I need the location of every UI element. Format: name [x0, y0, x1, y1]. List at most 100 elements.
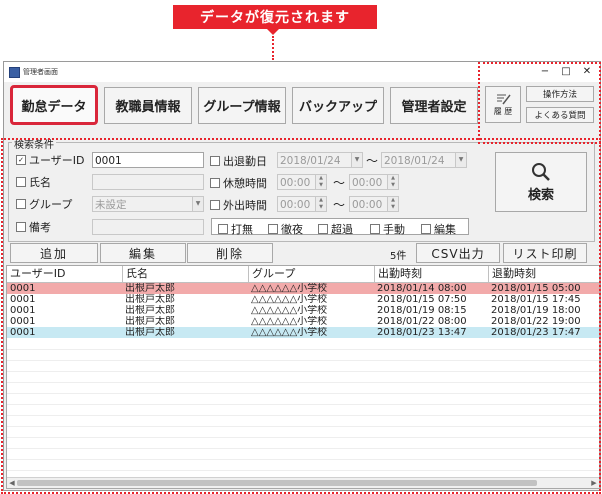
chevron-down-icon: ▼: [192, 197, 203, 211]
table-cell: 2018/01/15 07:50: [377, 294, 467, 305]
table-cell: 0001: [10, 294, 36, 305]
break-from-spinner[interactable]: 00:00 ▲ ▼: [277, 174, 327, 190]
scroll-left-icon[interactable]: ◀: [7, 478, 17, 488]
chevron-down-icon: ▼: [351, 153, 362, 167]
user-id-label: ユーザーID: [29, 154, 85, 167]
out-time-checkbox[interactable]: 外出時間: [210, 197, 267, 213]
spin-icon: ▲ ▼: [315, 197, 326, 211]
date-range-separator: 〜: [366, 154, 379, 168]
app-icon: [9, 67, 20, 78]
table-cell: △△△△△△小学校: [251, 294, 328, 305]
col-clock-in[interactable]: 出勤時刻: [374, 266, 488, 282]
search-conditions-legend: 検索条件: [12, 136, 56, 151]
tab-admin-settings[interactable]: 管理者設定: [390, 87, 478, 124]
out-to-spinner[interactable]: 00:00 ▲ ▼: [349, 196, 399, 212]
scroll-right-icon[interactable]: ▶: [589, 478, 599, 488]
break-to-spinner[interactable]: 00:00 ▲ ▼: [349, 174, 399, 190]
table-cell: 0001: [10, 283, 36, 294]
spin-icon: ▲ ▼: [387, 197, 398, 211]
history-edit-icon: [497, 94, 511, 105]
table-cell: 2018/01/22 08:00: [377, 316, 467, 327]
table-cell: 2018/01/15 17:45: [491, 294, 581, 305]
table-cell: 2018/01/19 08:15: [377, 305, 467, 316]
admin-window: 管理者画面 − □ ✕ 勤怠データ 教職員情報 グループ情報 バックアップ 管理…: [3, 61, 601, 491]
table-cell: 2018/01/23 17:47: [491, 327, 581, 338]
history-button[interactable]: 履 歴: [485, 86, 521, 123]
table-row[interactable]: 0001 出根戸太郎 △△△△△△小学校 2018/01/22 08:00 2018/0…: [7, 316, 599, 327]
table-cell: △△△△△△小学校: [251, 327, 328, 338]
flag-all-night[interactable]: 徹夜: [268, 221, 303, 237]
user-id-checkbox[interactable]: ✓ ユーザーID: [16, 152, 85, 168]
out-from-spinner[interactable]: 00:00 ▲ ▼: [277, 196, 327, 212]
break-range-separator: 〜: [333, 176, 346, 190]
edit-button[interactable]: 編集: [100, 243, 186, 263]
table-row[interactable]: 0001 出根戸太郎 △△△△△△小学校 2018/01/23 13:47 2018/0…: [7, 327, 599, 338]
note-label: 備考: [29, 221, 51, 234]
flag-edited[interactable]: 編集: [421, 221, 456, 237]
table-cell: △△△△△△小学校: [251, 305, 328, 316]
group-label: グループ: [29, 198, 73, 211]
break-time-label: 休憩時間: [223, 177, 267, 190]
faq-button[interactable]: よくある質問: [526, 107, 594, 123]
history-label: 履 歴: [493, 107, 513, 116]
tab-attendance[interactable]: 勤怠データ: [10, 85, 98, 125]
chevron-down-icon: ▼: [455, 153, 466, 167]
name-checkbox[interactable]: 氏名: [16, 174, 51, 190]
table-cell: 2018/01/14 08:00: [377, 283, 467, 294]
title-bar: 管理者画面 − □ ✕: [4, 62, 600, 82]
csv-export-button[interactable]: CSV出力: [416, 243, 500, 263]
table-cell: 0001: [10, 327, 36, 338]
table-cell: 出根戸太郎: [125, 327, 175, 338]
search-button[interactable]: 検索: [495, 152, 587, 212]
flag-manual[interactable]: 手動: [370, 221, 405, 237]
record-count: 5件: [390, 251, 407, 262]
table-row[interactable]: 0001 出根戸太郎 △△△△△△小学校 2018/01/15 07:50 2018/0…: [7, 294, 599, 305]
table-cell: △△△△△△小学校: [251, 283, 328, 294]
table-cell: 2018/01/15 05:00: [491, 283, 581, 294]
delete-button[interactable]: 削除: [187, 243, 273, 263]
scroll-thumb[interactable]: [17, 480, 537, 486]
note-checkbox[interactable]: 備考: [16, 219, 51, 235]
table-cell: 0001: [10, 305, 36, 316]
table-row[interactable]: 0001 出根戸太郎 △△△△△△小学校 2018/01/19 08:15 2018/0…: [7, 305, 599, 316]
col-name[interactable]: 氏名: [122, 266, 248, 282]
col-clock-out[interactable]: 退勤時刻: [488, 266, 599, 282]
group-checkbox[interactable]: グループ: [16, 196, 72, 212]
col-user-id[interactable]: ユーザーID: [7, 266, 122, 282]
table-cell: 2018/01/19 18:00: [491, 305, 581, 316]
print-list-button[interactable]: リスト印刷: [503, 243, 587, 263]
search-button-label: 検索: [527, 187, 554, 203]
table-header: ユーザーID 氏名 グループ 出勤時刻 退勤時刻: [7, 266, 599, 283]
close-button[interactable]: ✕: [574, 64, 600, 80]
attendance-table: ユーザーID 氏名 グループ 出勤時刻 退勤時刻 0001 出根戸太郎 △△△△△△…: [6, 265, 600, 489]
horizontal-scrollbar[interactable]: ◀ ▶: [7, 477, 599, 488]
work-date-checkbox[interactable]: 出退勤日: [210, 153, 267, 169]
name-label: 氏名: [29, 176, 51, 189]
work-date-to[interactable]: 2018/01/24 ▼: [381, 152, 467, 168]
restore-callout: データが復元されます: [173, 5, 377, 29]
checked-icon: ✓: [16, 155, 26, 165]
table-cell: 出根戸太郎: [125, 305, 175, 316]
flag-overtime[interactable]: 超過: [318, 221, 353, 237]
tab-group[interactable]: グループ情報: [198, 87, 286, 124]
tab-staff[interactable]: 教職員情報: [104, 87, 192, 124]
note-input[interactable]: [92, 219, 204, 235]
user-id-input[interactable]: 0001: [92, 152, 204, 168]
flag-no-punch[interactable]: 打無: [218, 221, 253, 237]
group-select[interactable]: 未設定 ▼: [92, 196, 204, 212]
search-icon: [532, 162, 550, 181]
table-cell: 0001: [10, 316, 36, 327]
table-cell: 2018/01/22 19:00: [491, 316, 581, 327]
name-input[interactable]: [92, 174, 204, 190]
work-date-label: 出退勤日: [223, 155, 267, 168]
add-button[interactable]: 追加: [10, 243, 98, 263]
manual-button[interactable]: 操作方法: [526, 86, 594, 102]
spin-icon: ▲ ▼: [315, 175, 326, 189]
col-group[interactable]: グループ: [248, 266, 374, 282]
tab-backup[interactable]: バックアップ: [292, 87, 384, 124]
work-date-from[interactable]: 2018/01/24 ▼: [277, 152, 363, 168]
out-range-separator: 〜: [333, 198, 346, 212]
break-time-checkbox[interactable]: 休憩時間: [210, 175, 267, 191]
table-row[interactable]: 0001 出根戸太郎 △△△△△△小学校 2018/01/14 08:00 2018/0…: [7, 283, 599, 294]
window-title: 管理者画面: [23, 68, 58, 76]
